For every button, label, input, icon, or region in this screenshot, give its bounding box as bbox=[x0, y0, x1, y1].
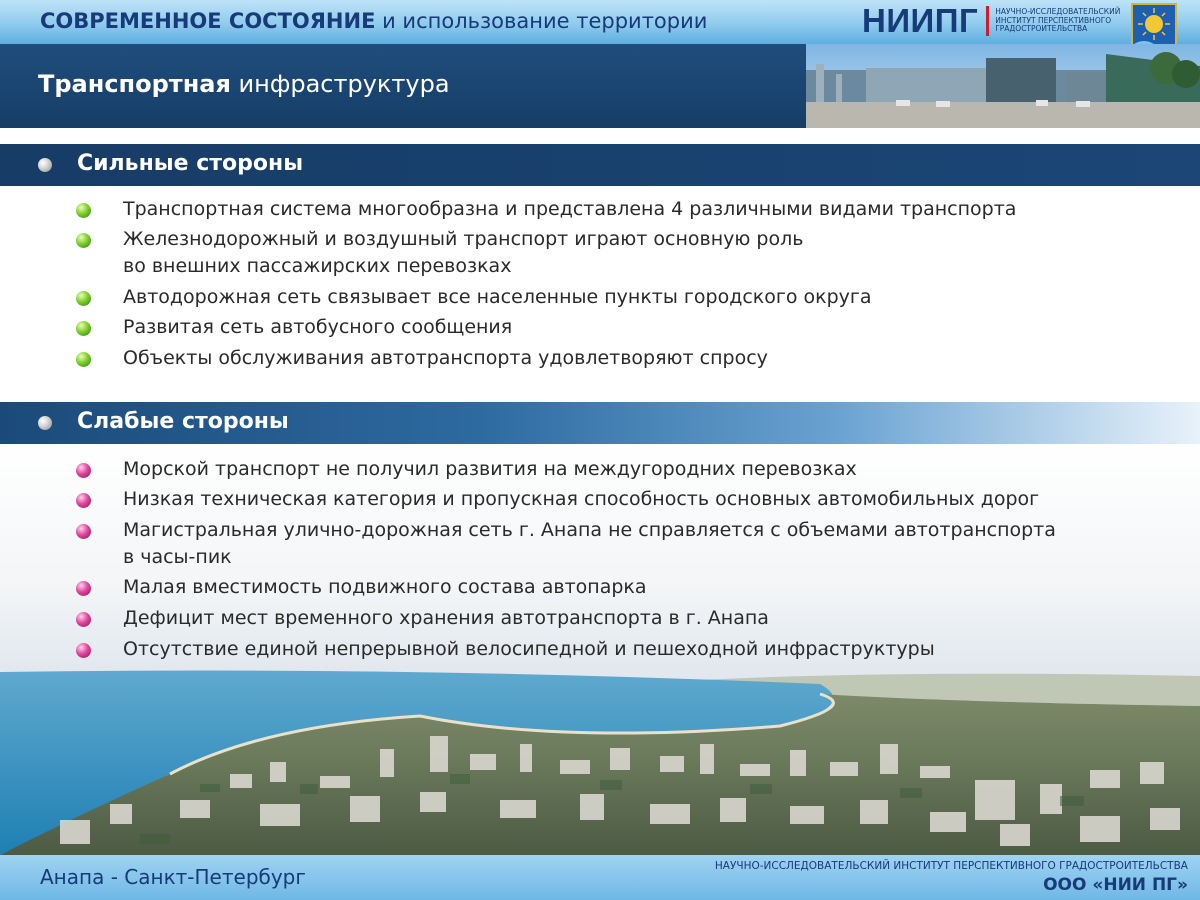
green-bullet-icon bbox=[76, 203, 91, 218]
list-item-text-continuation: в часы-пик bbox=[123, 546, 232, 568]
niipg-logo-subtitle: НАУЧНО-ИССЛЕДОВАТЕЛЬСКИЙ ИНСТИТУТ ПЕРСПЕ… bbox=[995, 7, 1121, 34]
list-item-text: Объекты обслуживания автотранспорта удов… bbox=[123, 347, 768, 369]
footer-company-name: ООО «НИИ ПГ» bbox=[1043, 875, 1188, 895]
footer: Анапа - Санкт-Петербург НАУЧНО-ИССЛЕДОВА… bbox=[0, 855, 1200, 900]
list-item-text: Развитая сеть автобусного сообщения bbox=[123, 316, 513, 338]
niipg-logo: НИИПГ НАУЧНО-ИССЛЕДОВАТЕЛЬСКИЙ ИНСТИТУТ … bbox=[862, 2, 1127, 40]
list-item: Железнодорожный и воздушный транспорт иг… bbox=[0, 226, 1200, 284]
list-item: Транспортная система многообразна и пред… bbox=[0, 196, 1200, 226]
list-item: Морской транспорт не получил развития на… bbox=[0, 456, 1200, 486]
list-item: Автодорожная сеть связывает все населенн… bbox=[0, 284, 1200, 314]
list-item-text: Транспортная система многообразна и пред… bbox=[123, 198, 1017, 220]
list-item: Объекты обслуживания автотранспорта удов… bbox=[0, 345, 1200, 375]
strengths-title: Сильные стороны bbox=[77, 151, 304, 176]
page-title-bold: Транспортная bbox=[38, 70, 231, 98]
list-item-text-continuation: во внешних пассажирских перевозках bbox=[123, 255, 512, 277]
green-bullet-icon bbox=[76, 233, 91, 248]
list-item-text: Отсутствие единой непрерывной велосипедн… bbox=[123, 638, 935, 660]
weaknesses-title: Слабые стороны bbox=[77, 409, 289, 434]
bullet-sphere-icon bbox=[38, 158, 52, 172]
airport-photo bbox=[806, 44, 1200, 128]
list-item: Малая вместимость подвижного состава авт… bbox=[0, 574, 1200, 605]
footer-cities: Анапа - Санкт-Петербург bbox=[40, 865, 306, 889]
list-item-text: Малая вместимость подвижного состава авт… bbox=[123, 576, 647, 598]
header-band: Транспортная инфраструктура bbox=[0, 44, 806, 128]
pink-bullet-icon bbox=[76, 612, 91, 627]
list-item-text: Низкая техническая категория и пропускна… bbox=[123, 488, 1040, 510]
page-title-rest: инфраструктура bbox=[230, 70, 450, 98]
list-item: Магистральная улично-дорожная сеть г. Ан… bbox=[0, 517, 1200, 574]
top-bar: СОВРЕМЕННОЕ СОСТОЯНИЕ и использование те… bbox=[0, 0, 1200, 44]
section-title: СОВРЕМЕННОЕ СОСТОЯНИЕ и использование те… bbox=[40, 9, 707, 33]
list-item-text: Морской транспорт не получил развития на… bbox=[123, 458, 857, 480]
pink-bullet-icon bbox=[76, 643, 91, 658]
list-item-text: Дефицит мест временного хранения автотра… bbox=[123, 607, 769, 629]
green-bullet-icon bbox=[76, 291, 91, 306]
list-item-text: Железнодорожный и воздушный транспорт иг… bbox=[123, 228, 804, 250]
pink-bullet-icon bbox=[76, 524, 91, 539]
bullet-sphere-icon bbox=[38, 416, 52, 430]
section-title-bold: СОВРЕМЕННОЕ СОСТОЯНИЕ bbox=[40, 9, 376, 33]
pink-bullet-icon bbox=[76, 493, 91, 508]
list-item-text: Магистральная улично-дорожная сеть г. Ан… bbox=[123, 519, 1056, 541]
pink-bullet-icon bbox=[76, 463, 91, 478]
list-item: Низкая техническая категория и пропускна… bbox=[0, 486, 1200, 517]
page-title: Транспортная инфраструктура bbox=[38, 70, 450, 98]
weaknesses-list: Морской транспорт не получил развития на… bbox=[0, 456, 1200, 666]
section-title-rest: и использование территории bbox=[375, 9, 708, 33]
logo-divider bbox=[986, 6, 990, 36]
list-item: Развитая сеть автобусного сообщения bbox=[0, 314, 1200, 345]
footer-institute-name: НАУЧНО-ИССЛЕДОВАТЕЛЬСКИЙ ИНСТИТУТ ПЕРСПЕ… bbox=[714, 860, 1188, 872]
strengths-list: Транспортная система многообразна и пред… bbox=[0, 196, 1200, 375]
pink-bullet-icon bbox=[76, 581, 91, 596]
green-bullet-icon bbox=[76, 352, 91, 367]
green-bullet-icon bbox=[76, 321, 91, 336]
list-item-text: Автодорожная сеть связывает все населенн… bbox=[123, 286, 872, 308]
list-item: Дефицит мест временного хранения автотра… bbox=[0, 605, 1200, 636]
weaknesses-header: Слабые стороны bbox=[0, 402, 1200, 444]
niipg-logo-text: НИИПГ bbox=[862, 2, 979, 39]
strengths-header: Сильные стороны bbox=[0, 144, 1200, 186]
list-item: Отсутствие единой непрерывной велосипедн… bbox=[0, 636, 1200, 666]
